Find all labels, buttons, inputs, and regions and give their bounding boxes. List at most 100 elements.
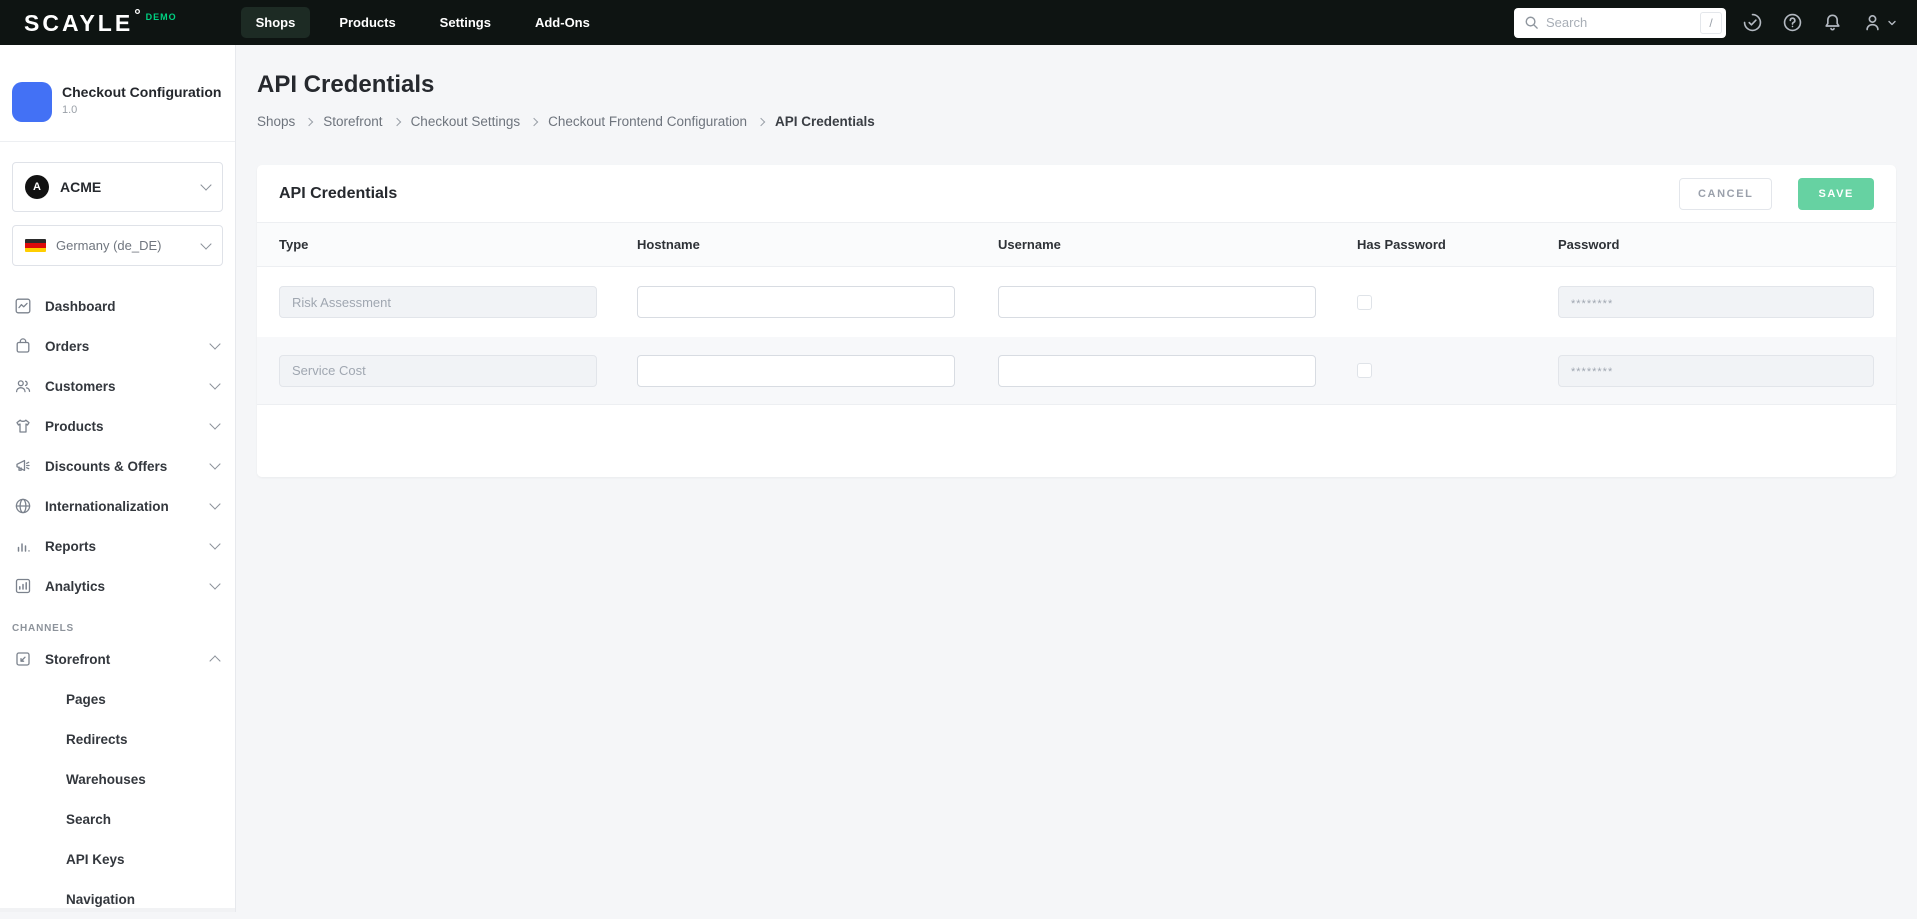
sidebar-item-customers[interactable]: Customers (0, 366, 235, 406)
has-password-checkbox[interactable] (1357, 295, 1372, 310)
username-input[interactable] (998, 286, 1316, 318)
sidebar-subitem-search[interactable]: Search (0, 799, 235, 839)
help-icon (1782, 12, 1803, 33)
topbar-icons (1742, 12, 1897, 33)
sidebar-scroll-edge (0, 908, 235, 912)
sidebar-subitem-navigation[interactable]: Navigation (0, 879, 235, 919)
sidebar-item-internationalization[interactable]: Internationalization (0, 486, 235, 526)
chevron-right-icon (305, 118, 313, 126)
customers-icon (14, 377, 32, 395)
breadcrumb-storefront[interactable]: Storefront (323, 114, 382, 129)
breadcrumb-checkout-frontend-configuration[interactable]: Checkout Frontend Configuration (548, 114, 747, 129)
shop-selector[interactable]: A ACME (12, 162, 223, 212)
demo-badge: DEMO (146, 12, 177, 22)
app-icon (12, 82, 52, 122)
type-input (279, 286, 597, 318)
breadcrumb-checkout-settings[interactable]: Checkout Settings (411, 114, 521, 129)
column-hostname: Hostname (637, 237, 998, 252)
sidebar-item-products[interactable]: Products (0, 406, 235, 446)
main-content: API Credentials Shops Storefront Checkou… (236, 45, 1917, 912)
column-has-password: Has Password (1357, 237, 1558, 252)
column-password: Password (1558, 237, 1874, 252)
hostname-input[interactable] (637, 286, 955, 318)
products-icon (14, 417, 32, 435)
column-username: Username (998, 237, 1357, 252)
global-search[interactable]: / (1514, 8, 1726, 38)
sidebar-subitem-api-keys[interactable]: API Keys (0, 839, 235, 879)
chevron-down-icon (209, 338, 220, 349)
search-shortcut-key: / (1700, 12, 1722, 34)
chevron-down-icon (209, 498, 220, 509)
sidebar-subitem-redirects[interactable]: Redirects (0, 719, 235, 759)
column-type: Type (279, 237, 637, 252)
hostname-input[interactable] (637, 355, 955, 387)
scayle-logo[interactable]: SCAYLE ° DEMO (24, 10, 177, 36)
sidebar-item-discounts-offers[interactable]: Discounts & Offers (0, 446, 235, 486)
notifications-button[interactable] (1822, 12, 1843, 33)
logo-degree-mark: ° (134, 10, 140, 22)
password-input (1558, 286, 1874, 318)
tab-shops[interactable]: Shops (241, 7, 311, 38)
chevron-down-icon (209, 538, 220, 549)
table-row-risk-assessment (257, 267, 1896, 337)
tab-add-ons[interactable]: Add-Ons (520, 7, 605, 38)
sidebar-menu: Dashboard Orders Customers Products Disc… (0, 286, 235, 606)
germany-flag-icon (25, 239, 46, 252)
user-icon (1862, 12, 1883, 33)
breadcrumb: Shops Storefront Checkout Settings Check… (257, 114, 1896, 129)
sidebar-item-analytics[interactable]: Analytics (0, 566, 235, 606)
breadcrumb-api-credentials: API Credentials (775, 114, 875, 129)
channels-section-label: CHANNELS (0, 606, 235, 639)
bell-icon (1822, 12, 1843, 33)
tab-settings[interactable]: Settings (425, 7, 506, 38)
search-input[interactable] (1546, 15, 1700, 30)
cancel-button[interactable]: CANCEL (1679, 178, 1772, 210)
card-title: API Credentials (279, 185, 397, 203)
save-button[interactable]: SAVE (1798, 178, 1874, 210)
tab-products[interactable]: Products (324, 7, 410, 38)
logo-text: SCAYLE (24, 10, 133, 36)
has-password-checkbox[interactable] (1357, 363, 1372, 378)
chevron-down-icon (209, 418, 220, 429)
orders-icon (14, 337, 32, 355)
app-title: Checkout Configuration ... (62, 84, 221, 100)
card-footer (257, 405, 1896, 477)
breadcrumb-shops[interactable]: Shops (257, 114, 295, 129)
storefront-icon (14, 650, 32, 668)
dashboard-icon (14, 297, 32, 315)
help-button[interactable] (1782, 12, 1803, 33)
password-input (1558, 355, 1874, 387)
top-navigation: Shops Products Settings Add-Ons (241, 7, 605, 38)
chevron-down-icon (209, 458, 220, 469)
chevron-down-icon (209, 378, 220, 389)
topbar: SCAYLE ° DEMO Shops Products Settings Ad… (0, 0, 1917, 45)
sidebar-subitem-pages[interactable]: Pages (0, 679, 235, 719)
api-credentials-card: API Credentials CANCEL SAVE Type Hostnam… (257, 165, 1896, 477)
chevron-up-icon (209, 655, 220, 666)
chevron-down-icon (200, 238, 211, 249)
page-title: API Credentials (257, 69, 1896, 101)
app-version: 1.0 (62, 104, 221, 116)
chevron-right-icon (530, 118, 538, 126)
app-header: Checkout Configuration ... 1.0 (0, 45, 235, 142)
tasks-button[interactable] (1742, 12, 1763, 33)
search-icon (1524, 15, 1539, 30)
chevron-right-icon (392, 118, 400, 126)
sidebar-item-storefront[interactable]: Storefront (0, 639, 235, 679)
username-input[interactable] (998, 355, 1316, 387)
locale-selector[interactable]: Germany (de_DE) (12, 225, 223, 266)
table-row-service-cost (257, 337, 1896, 405)
chevron-right-icon (757, 118, 765, 126)
reports-icon (14, 537, 32, 555)
shop-selector-label: ACME (60, 179, 101, 195)
sidebar-item-reports[interactable]: Reports (0, 526, 235, 566)
sidebar-item-orders[interactable]: Orders (0, 326, 235, 366)
sidebar: Checkout Configuration ... 1.0 A ACME Ge… (0, 45, 236, 912)
sidebar-item-dashboard[interactable]: Dashboard (0, 286, 235, 326)
sidebar-subitem-warehouses[interactable]: Warehouses (0, 759, 235, 799)
megaphone-icon (14, 457, 32, 475)
chevron-down-icon (209, 578, 220, 589)
locale-selector-label: Germany (de_DE) (56, 238, 161, 253)
table-header: Type Hostname Username Has Password Pass… (257, 222, 1896, 267)
user-menu-button[interactable] (1862, 12, 1897, 33)
